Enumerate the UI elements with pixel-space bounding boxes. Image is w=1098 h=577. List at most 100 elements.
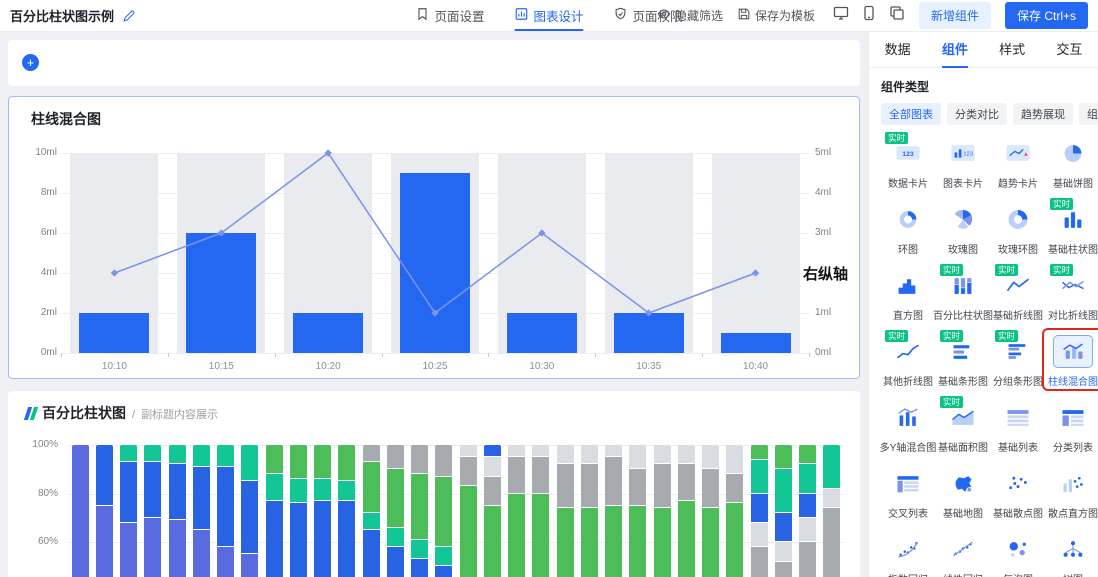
chart-type-label: 趋势卡片	[998, 175, 1038, 190]
tool-label: 保存为模板	[755, 7, 815, 24]
chart-type-item[interactable]: 直方图	[881, 269, 935, 322]
chart-type-item[interactable]: 玫瑰图	[936, 203, 990, 256]
rose-chart-icon	[943, 203, 983, 236]
chart-type-item[interactable]: 基础饼图	[1046, 137, 1098, 190]
bar-segment	[144, 445, 161, 462]
nav-chart-design[interactable]: 图表设计	[514, 0, 583, 31]
combo-chart-title: 柱线混合图	[31, 109, 101, 129]
chart-type-label: 图表卡片	[943, 175, 983, 190]
nav-label: 页面权限	[633, 6, 683, 25]
save-as-template-button[interactable]: 保存为模板	[737, 7, 815, 24]
chart-type-item[interactable]: 分类列表	[1046, 401, 1098, 454]
bar-segment	[799, 445, 816, 464]
filter-bar-card[interactable]: +	[8, 40, 860, 86]
chart-type-item[interactable]: 基础散点图	[991, 467, 1045, 520]
chart-type-item[interactable]: 实时其他折线图	[881, 335, 935, 388]
bar-segment	[751, 494, 768, 523]
chart-type-item[interactable]: 柱线混合图	[1046, 335, 1098, 388]
chart-category-chip[interactable]: 组成分析	[1079, 103, 1098, 125]
chart-type-item[interactable]: 实时基础条形图	[936, 335, 990, 388]
bar-segment	[799, 542, 816, 577]
chart-type-label: 环图	[898, 241, 918, 256]
chart-type-item[interactable]: 交叉列表	[881, 467, 935, 520]
bar-segment	[314, 445, 331, 479]
tab-style[interactable]: 样式	[984, 32, 1041, 68]
chart-category-chip[interactable]: 全部图表	[881, 103, 941, 125]
chart-type-item[interactable]: 实时百分比柱状图	[936, 269, 990, 322]
bar-segment	[532, 445, 549, 457]
nav-page-permissions[interactable]: 页面权限	[614, 0, 683, 31]
add-filter-button[interactable]: +	[22, 54, 39, 71]
save-button[interactable]: 保存 Ctrl+s	[1005, 2, 1088, 29]
tab-interaction[interactable]: 交互	[1041, 32, 1098, 68]
chart-type-item[interactable]: 实时分组条形图	[991, 335, 1045, 388]
chart-type-item[interactable]: 指数回归	[881, 533, 935, 577]
chart-type-item[interactable]: 线性回归	[936, 533, 990, 577]
chart-type-item[interactable]: 123 图表卡片	[936, 137, 990, 190]
panel-tabs: 数据 组件 样式 交互	[869, 32, 1098, 68]
percent-chart-card[interactable]: 百分比柱状图 / 副标题内容展示 100%80%60%	[8, 391, 860, 577]
nav-page-settings[interactable]: 页面设置	[415, 0, 484, 31]
bar-segment	[193, 530, 210, 577]
chart-type-item[interactable]: 多Y轴混合图	[881, 401, 935, 454]
bar-segment	[290, 445, 307, 479]
chartcard-chart-icon: 123	[943, 137, 983, 170]
combo-chart-card[interactable]: 柱线混合图 0ml0ml2ml1ml4ml6ml3ml8ml4ml10ml5ml…	[8, 96, 860, 379]
realtime-badge: 实时	[940, 330, 963, 342]
realtime-badge: 实时	[940, 396, 963, 408]
gridline	[61, 353, 809, 354]
hbars2-chart-icon: 实时	[998, 335, 1038, 368]
bar-segment	[290, 503, 307, 577]
chart-category-chip[interactable]: 趋势展现	[1013, 103, 1073, 125]
stacked-bar	[387, 445, 404, 577]
bar-segment	[217, 547, 234, 577]
chart-type-item[interactable]: 趋势卡片	[991, 137, 1045, 190]
bar-segment	[605, 457, 622, 506]
bubble-chart-icon	[998, 533, 1038, 566]
chart-category-chip[interactable]: 分类对比	[947, 103, 1007, 125]
bar-segment	[484, 506, 501, 577]
bar-segment	[338, 481, 355, 500]
x-axis-tick	[702, 353, 703, 357]
chart-type-item[interactable]: 环图	[881, 203, 935, 256]
chart-type-label: 基础地图	[943, 505, 983, 520]
top-bar: 百分比柱状图示例 页面设置 图表设计 页面权限 隐藏筛选 保存为模板	[0, 0, 1098, 32]
chart-type-item[interactable]: 123实时数据卡片	[881, 137, 935, 190]
x-axis-label: 10:10	[102, 361, 127, 372]
chart-type-item[interactable]: 实时基础折线图	[991, 269, 1045, 322]
chart-type-label: 基础散点图	[993, 505, 1043, 520]
x-axis-tick	[275, 353, 276, 357]
chart-type-label: 分类列表	[1053, 439, 1093, 454]
tab-components[interactable]: 组件	[926, 32, 983, 68]
right-axis-tick: 5ml	[815, 147, 831, 158]
tab-data[interactable]: 数据	[869, 32, 926, 68]
mobile-preview-icon[interactable]	[861, 5, 877, 26]
edit-title-icon[interactable]	[122, 9, 136, 23]
chart-type-item[interactable]: 实时基础面积图	[936, 401, 990, 454]
y-axis-tick: 60%	[16, 536, 58, 547]
chart-type-label: 基础饼图	[1053, 175, 1093, 190]
bar-segment	[387, 445, 404, 469]
chart-type-item[interactable]: 气泡图	[991, 533, 1045, 577]
chart-type-item[interactable]: 玫瑰环图	[991, 203, 1045, 256]
chart-type-label: 树图	[1063, 571, 1083, 577]
bar-segment	[823, 489, 840, 508]
chart-type-item[interactable]: 实时基础柱状图	[1046, 203, 1098, 256]
rosering-chart-icon	[998, 203, 1038, 236]
copy-layers-icon[interactable]	[889, 5, 905, 26]
desktop-preview-icon[interactable]	[833, 5, 849, 26]
chart-type-item[interactable]: 散点直方图	[1046, 467, 1098, 520]
bar-segment	[557, 445, 574, 464]
chart-type-item[interactable]: 实时对比折线图	[1046, 269, 1098, 322]
bar-segment	[799, 494, 816, 518]
right-config-panel: 数据 组件 样式 交互 组件类型 全部图表分类对比趋势展现组成分析数 123实时…	[868, 32, 1098, 577]
chart-type-label: 直方图	[893, 307, 923, 322]
add-component-button[interactable]: 新增组件	[919, 2, 991, 29]
chart-type-item[interactable]: 树图	[1046, 533, 1098, 577]
bar-segment	[435, 566, 452, 577]
stacked-bar	[484, 445, 501, 577]
chart-type-item[interactable]: 基础列表	[991, 401, 1045, 454]
combo-line-series	[61, 153, 809, 353]
chart-type-item[interactable]: 基础地图	[936, 467, 990, 520]
pie-chart-icon	[1053, 137, 1093, 170]
